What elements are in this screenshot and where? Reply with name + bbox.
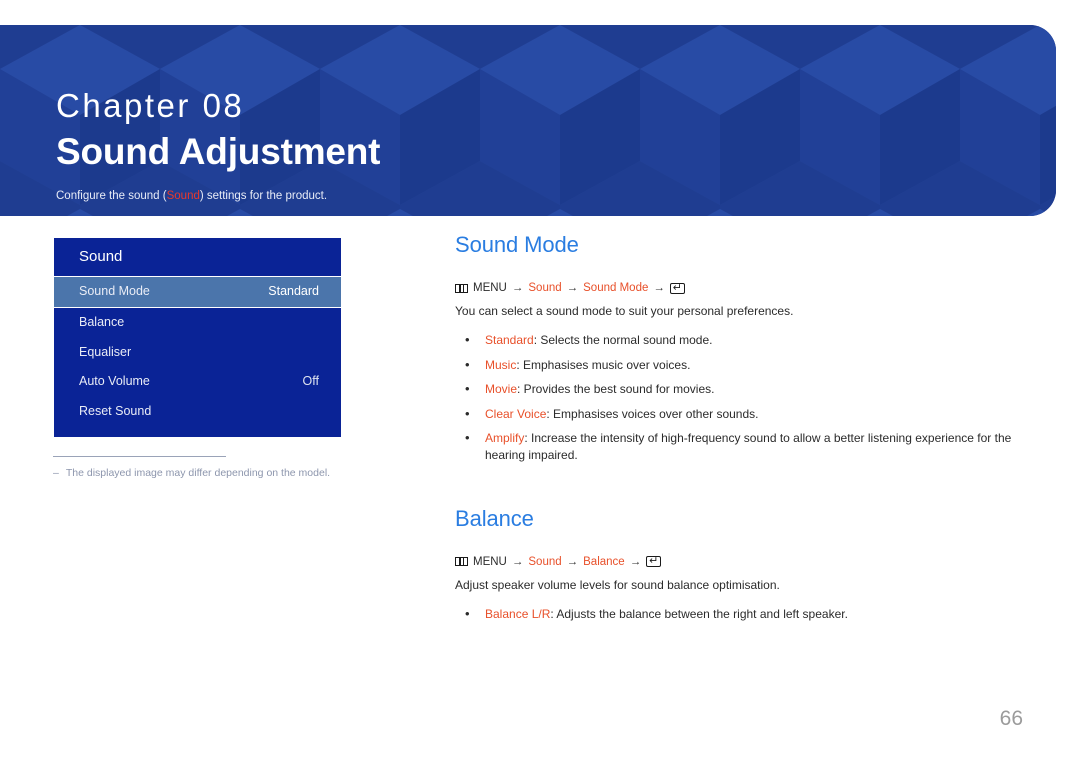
menu-path-step-sound: Sound (528, 555, 562, 568)
list-item: Movie: Provides the best sound for movie… (455, 380, 1023, 399)
bullet-term: Balance L/R (485, 607, 551, 622)
banner-subtitle-before: Configure the sound ( (56, 190, 167, 202)
list-item: Standard: Selects the normal sound mode. (455, 331, 1023, 350)
menu-path-step-sound: Sound (528, 282, 562, 294)
menu-path-step-sound-mode: Sound Mode (583, 282, 649, 294)
menu-path-root: MENU (473, 282, 507, 294)
list-item: Balance L/R: Adjusts the balance between… (455, 605, 1023, 624)
osd-row-auto-volume[interactable]: Auto Volume Off (54, 367, 341, 397)
arrow-icon: → (653, 282, 665, 294)
enter-key-icon (646, 552, 662, 570)
arrow-icon: → (629, 555, 642, 568)
banner-subtitle-highlight: Sound (166, 190, 200, 202)
chapter-label: Chapter 08 (56, 87, 245, 124)
osd-row-sound-mode[interactable]: Sound Mode Standard (54, 276, 341, 308)
chapter-banner: Chapter 08 Sound Adjustment Configure th… (0, 25, 1056, 216)
section-lead-balance: Adjust speaker volume levels for sound b… (455, 577, 780, 592)
chapter-title: Sound Adjustment (56, 131, 381, 172)
bullet-term: Music (485, 357, 517, 372)
menu-path-balance: MENU → Sound → Balance → (455, 552, 1023, 570)
bullet-term: Clear Voice (485, 406, 547, 421)
bullet-desc: : Emphasises voices over other sounds. (546, 406, 759, 421)
footnote-divider (53, 456, 226, 457)
osd-row-value: Standard (268, 284, 319, 299)
bullet-desc: : Selects the normal sound mode. (533, 333, 713, 348)
menu-path-root: MENU (473, 555, 507, 568)
osd-row-label: Equaliser (79, 344, 132, 359)
bullet-term: Movie (485, 382, 518, 397)
arrow-icon: → (511, 282, 524, 294)
list-item: Amplify: Increase the intensity of high-… (455, 429, 1023, 465)
footnote: – The displayed image may differ dependin… (53, 467, 330, 479)
enter-key-icon (669, 279, 685, 297)
list-item: Music: Emphasises music over voices. (455, 356, 1023, 375)
bullet-desc: : Increase the intensity of high-frequen… (485, 430, 1012, 463)
list-item: Clear Voice: Emphasises voices over othe… (455, 405, 1023, 424)
bullet-desc: : Emphasises music over voices. (516, 357, 691, 372)
banner-subtitle: Configure the sound (Sound) settings for… (56, 190, 327, 202)
osd-row-label: Auto Volume (79, 374, 150, 388)
bullet-list-balance: Balance L/R: Adjusts the balance between… (455, 605, 1023, 624)
footnote-dash: – (53, 467, 59, 479)
banner-subtitle-after: ) settings for the product. (199, 190, 328, 202)
osd-row-equaliser[interactable]: Equaliser (54, 338, 341, 368)
osd-row-label: Sound Mode (79, 284, 150, 299)
osd-menu-rows: Sound Mode Standard Balance Equaliser Au… (54, 276, 341, 437)
arrow-icon: → (566, 555, 579, 568)
bullet-desc: : Adjusts the balance between the right … (550, 607, 848, 622)
osd-row-label: Reset Sound (79, 403, 152, 418)
menu-path-sound-mode: MENU → Sound → Sound Mode → (455, 279, 1023, 297)
menu-icon (455, 283, 468, 293)
bullet-list-sound-mode: Standard: Selects the normal sound mode.… (455, 331, 1023, 465)
osd-menu-title: Sound (54, 238, 341, 276)
page-number: 66 (999, 707, 1023, 730)
footnote-text: The displayed image may differ depending… (65, 467, 331, 479)
main-content: Sound Mode MENU → Sound → Sound Mode → Y… (455, 232, 1023, 631)
bullet-term: Amplify (485, 430, 525, 445)
section-title-balance: Balance (455, 505, 534, 531)
bullet-desc: : Provides the best sound for movies. (517, 382, 715, 397)
menu-icon (455, 557, 468, 567)
arrow-icon: → (511, 555, 524, 568)
section-title-sound-mode: Sound Mode (455, 232, 579, 257)
menu-path-step-balance: Balance (583, 555, 625, 568)
osd-row-value: Off (302, 374, 319, 388)
osd-row-balance[interactable]: Balance (54, 308, 341, 338)
arrow-icon: → (566, 282, 579, 294)
bullet-term: Standard (485, 333, 534, 348)
osd-menu-panel: Sound Sound Mode Standard Balance Equali… (53, 237, 342, 438)
banner-text-block: Chapter 08 Sound Adjustment Configure th… (56, 25, 1056, 216)
section-lead-sound-mode: You can select a sound mode to suit your… (455, 304, 794, 318)
osd-row-reset-sound[interactable]: Reset Sound (54, 397, 341, 427)
osd-row-label: Balance (79, 315, 125, 329)
